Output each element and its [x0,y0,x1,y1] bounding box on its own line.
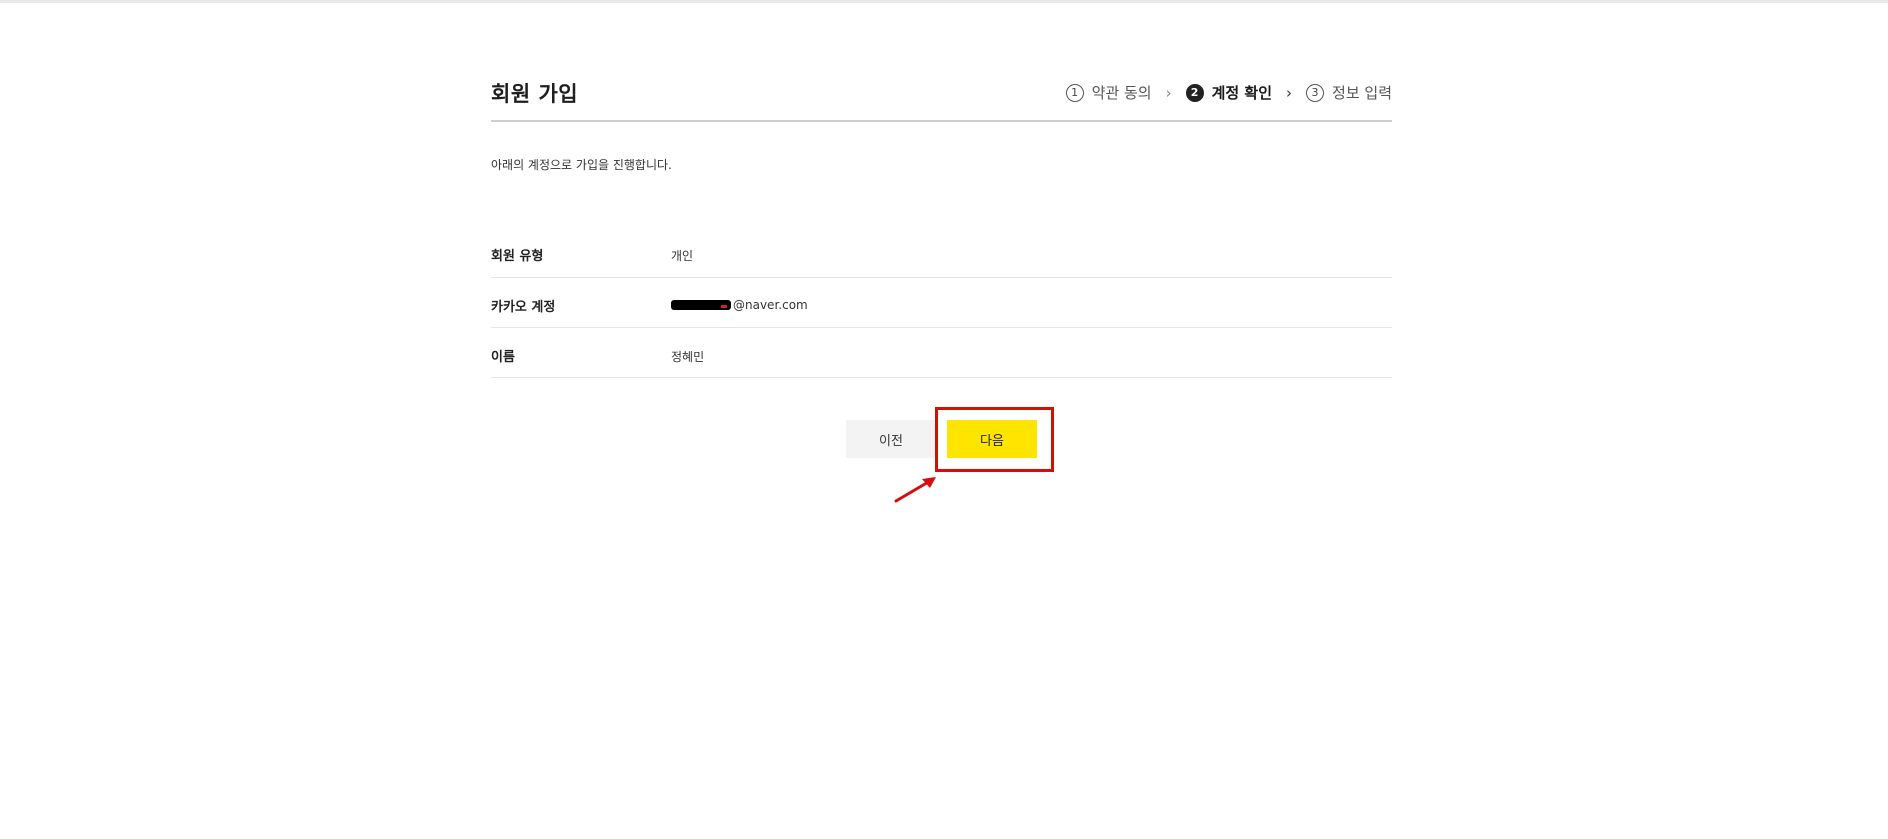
step-number: 1 [1065,83,1084,102]
step-indicator: 1 약관 동의 › 2 계정 확인 › 3 정보 입력 [1065,82,1392,103]
email-domain: @naver.com [733,298,808,312]
step-label: 정보 입력 [1332,84,1392,102]
arrow-icon [894,477,936,503]
step-info-input: 3 정보 입력 [1306,82,1392,103]
next-button[interactable]: 다음 [947,420,1037,458]
step-number: 2 [1185,83,1204,102]
button-row: 이전 다음 [491,420,1392,458]
step-number: 3 [1306,83,1325,102]
info-label: 이름 [491,350,515,365]
info-row-member-type: 회원 유형 개인 [491,227,1392,278]
step-label: 약관 동의 [1091,84,1152,102]
chevron-right-icon: › [1286,83,1293,102]
account-info-table: 회원 유형 개인 카카오 계정 @naver.com 이름 정혜민 [491,227,1392,378]
info-value: 정혜민 [671,350,705,364]
prev-button[interactable]: 이전 [846,420,936,458]
info-label: 카카오 계정 [491,300,556,315]
info-row-name: 이름 정혜민 [491,328,1392,378]
info-value-email: @naver.com [671,298,808,312]
info-label: 회원 유형 [491,249,544,264]
top-border [0,0,1888,3]
step-account-check: 2 계정 확인 [1185,82,1273,103]
signup-description: 아래의 계정으로 가입을 진행합니다. [491,158,672,172]
step-label: 계정 확인 [1211,84,1273,102]
page-title: 회원 가입 [491,82,579,106]
info-value: 개인 [671,249,694,263]
info-row-kakao-account: 카카오 계정 @naver.com [491,278,1392,328]
signup-header: 회원 가입 1 약관 동의 › 2 계정 확인 › 3 정보 입력 [491,72,1392,122]
redaction-mark [671,299,731,310]
step-terms-agreement: 1 약관 동의 [1065,82,1152,103]
chevron-right-icon: › [1165,83,1172,102]
